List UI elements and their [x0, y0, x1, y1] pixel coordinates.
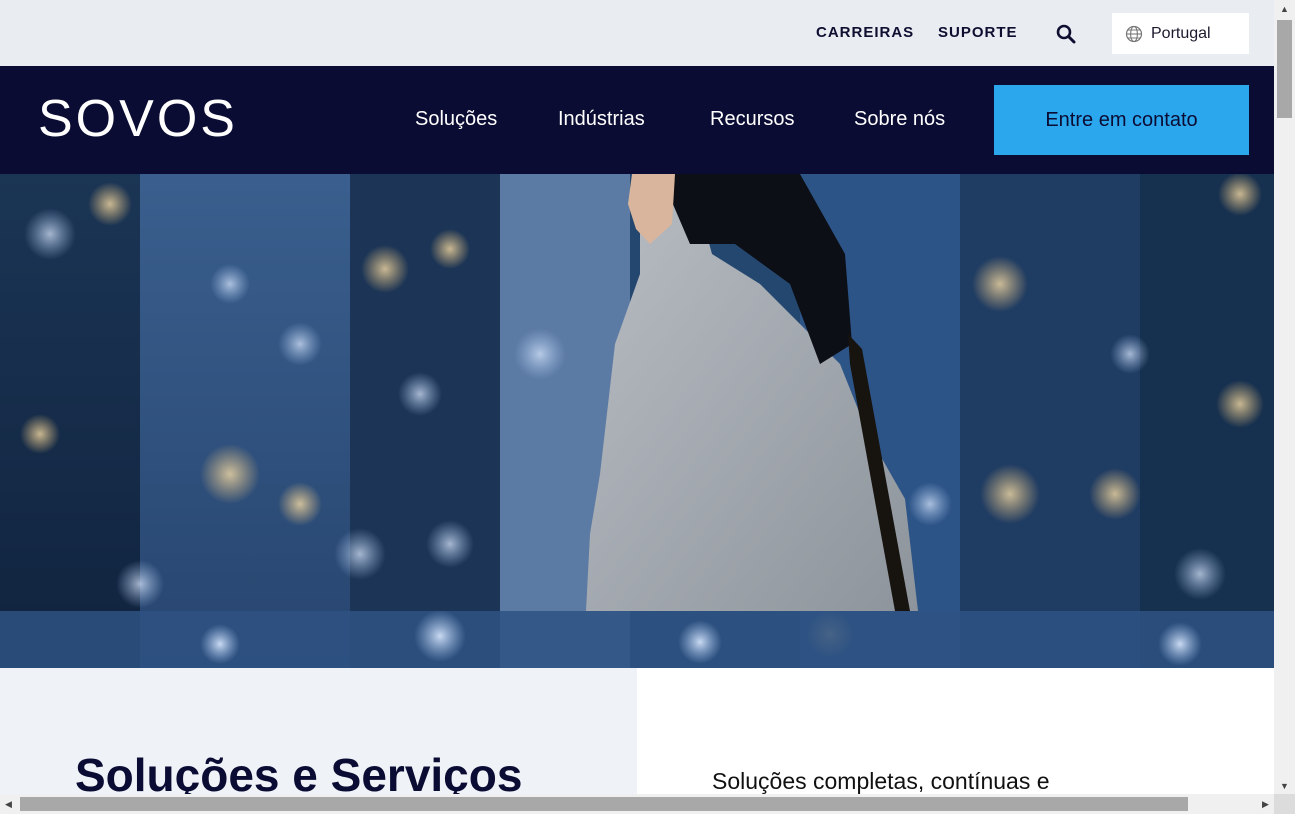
scroll-down-arrow-icon[interactable]: ▼ — [1274, 777, 1295, 794]
nav-item-sobre-nos[interactable]: Sobre nós — [854, 108, 945, 131]
hero-illustration — [0, 174, 1274, 668]
scrollbar-corner — [1274, 794, 1295, 814]
vertical-scroll-thumb[interactable] — [1277, 20, 1292, 118]
hero-image — [0, 174, 1274, 668]
horizontal-scrollbar[interactable]: ◀ ▶ — [0, 794, 1274, 814]
vertical-scrollbar[interactable]: ▲ ▼ — [1274, 0, 1295, 794]
globe-icon — [1125, 25, 1143, 43]
scroll-right-arrow-icon[interactable]: ▶ — [1257, 794, 1274, 814]
nav-item-recursos[interactable]: Recursos — [710, 108, 794, 131]
nav-item-solucoes[interactable]: Soluções — [415, 108, 497, 131]
utility-bar: CARREIRAS SUPORTE Portugal — [0, 0, 1274, 66]
solutions-section-right: Soluções completas, contínuas e — [637, 668, 1274, 794]
search-icon[interactable] — [1056, 24, 1076, 44]
nav-item-industrias[interactable]: Indústrias — [558, 108, 645, 131]
section-description: Soluções completas, contínuas e — [712, 768, 1050, 794]
scroll-up-arrow-icon[interactable]: ▲ — [1274, 0, 1295, 17]
page-viewport: CARREIRAS SUPORTE Portugal SOVOS Soluçõe… — [0, 0, 1274, 794]
support-link[interactable]: SUPORTE — [938, 24, 1018, 41]
contact-cta-button[interactable]: Entre em contato — [994, 85, 1249, 155]
careers-link[interactable]: CARREIRAS — [816, 24, 914, 41]
main-navigation: SOVOS Soluções Indústrias Recursos Sobre… — [0, 66, 1274, 174]
sovos-logo[interactable]: SOVOS — [38, 88, 238, 150]
section-title: Soluções e Serviços — [75, 749, 523, 794]
horizontal-scroll-thumb[interactable] — [20, 797, 1188, 811]
solutions-section-left: Soluções e Serviços — [0, 668, 637, 794]
language-selector[interactable]: Portugal — [1112, 13, 1249, 54]
language-label: Portugal — [1151, 24, 1211, 42]
scroll-left-arrow-icon[interactable]: ◀ — [0, 794, 17, 814]
